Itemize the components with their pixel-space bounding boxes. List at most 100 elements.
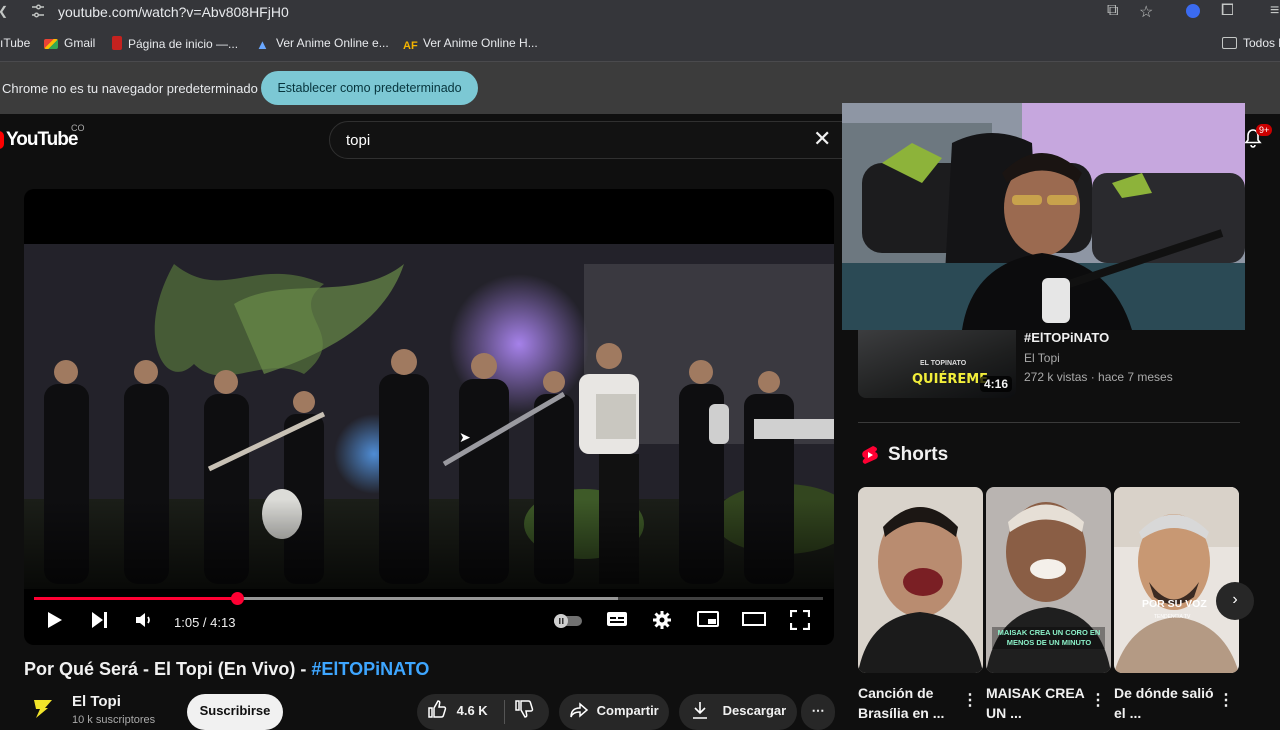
volume-button[interactable] xyxy=(134,610,154,635)
like-divider xyxy=(504,700,505,724)
channel-name[interactable]: El Topi xyxy=(72,693,121,710)
chevron-left-icon[interactable]: ❮ xyxy=(0,4,8,18)
bookmark-anime-1[interactable]: ▲ Ver Anime Online e... xyxy=(256,36,389,52)
miniplayer-button[interactable] xyxy=(697,610,719,633)
like-button[interactable]: 4.6 K xyxy=(427,694,488,728)
video-player[interactable]: 1:05 / 4:13 ➤ xyxy=(24,189,834,645)
shorts-heading: Shorts xyxy=(888,444,949,465)
menu-icon[interactable]: ≡ xyxy=(1270,2,1279,20)
short-thumbnail[interactable]: POR SU VOZ TENDENCIA TV xyxy=(1114,487,1239,673)
shorts-next-button[interactable]: › xyxy=(1216,582,1254,620)
video-frame[interactable] xyxy=(24,244,834,589)
bookmark-youtube[interactable]: ıTube xyxy=(0,36,30,50)
short-image xyxy=(858,487,983,673)
profile-icon[interactable] xyxy=(1186,4,1200,23)
scrubber-handle[interactable] xyxy=(230,592,244,605)
shorts-icon xyxy=(861,445,879,470)
webcam-overlay xyxy=(842,103,1245,330)
bookmark-anime-2[interactable]: AF Ver Anime Online H... xyxy=(403,36,538,54)
skip-next-icon xyxy=(92,612,107,628)
bookmark-inicio[interactable]: Página de inicio —... xyxy=(112,36,238,51)
controls-gradient xyxy=(24,499,834,589)
short-thumbnail[interactable] xyxy=(858,487,983,673)
channel-avatar[interactable] xyxy=(30,694,56,720)
autoplay-toggle-icon xyxy=(554,614,582,628)
related-video-channel[interactable]: El Topi xyxy=(1024,351,1060,365)
fullscreen-button[interactable] xyxy=(789,609,811,635)
short-more-button[interactable]: ⋮ xyxy=(1218,690,1234,710)
short-more-button[interactable]: ⋮ xyxy=(962,690,978,710)
all-bookmarks[interactable]: Todos l xyxy=(1222,36,1280,50)
like-count: 4.6 K xyxy=(456,703,488,718)
youtube-play-icon xyxy=(0,131,4,149)
anime-icon: ▲ xyxy=(256,37,269,52)
autoplay-toggle[interactable] xyxy=(552,613,584,634)
theater-icon xyxy=(742,612,766,626)
related-video-title[interactable]: #ElTOPiNATO xyxy=(1024,330,1109,345)
divider xyxy=(858,422,1240,423)
browser-toolbar: ❮ youtube.com/watch?v=Abv808HFjH0 ⧉ ☆ ⧠ … xyxy=(0,0,1280,26)
progress-bar[interactable] xyxy=(34,592,823,605)
bookmark-icon xyxy=(112,36,122,50)
thumb-small-text: EL TOPINATO xyxy=(920,360,967,367)
bookmarks-bar: ıTube Gmail Página de inicio —... ▲ Ver A… xyxy=(0,26,1280,62)
gmail-icon xyxy=(44,39,58,49)
thumb-caption: QUIÉREME xyxy=(912,372,989,387)
country-code: CO xyxy=(71,123,85,133)
more-actions-button[interactable]: ⋯ xyxy=(801,694,835,730)
download-label: Descargar xyxy=(722,703,787,718)
short-more-button[interactable]: ⋮ xyxy=(1090,690,1106,710)
folder-icon xyxy=(1222,37,1237,49)
short-title[interactable]: De dónde salió el ... xyxy=(1114,683,1219,723)
set-default-button[interactable]: Establecer como predeterminado xyxy=(261,71,478,105)
subscribe-button[interactable]: Suscribirse xyxy=(187,694,283,730)
video-hashtag[interactable]: #ElTOPiNATO xyxy=(311,659,429,679)
miniplayer-icon xyxy=(697,611,719,627)
search-input[interactable]: topi ✕ xyxy=(329,121,849,159)
share-icon xyxy=(570,702,589,718)
short-overlay-text: POR SU VOZ xyxy=(1142,598,1207,610)
thumbs-down-icon xyxy=(515,700,534,718)
short-overlay-small: TENDENCIA TV xyxy=(1154,614,1191,620)
bookmark-label: ıTube xyxy=(0,36,31,50)
short-title[interactable]: MAISAK CREA UN ... xyxy=(986,683,1091,723)
time-display: 1:05 / 4:13 xyxy=(174,615,236,630)
download-button[interactable]: Descargar xyxy=(679,694,797,730)
play-icon xyxy=(48,612,62,628)
share-label: Compartir xyxy=(596,703,659,718)
settings-button[interactable] xyxy=(652,610,672,635)
anime-flv-icon: AF xyxy=(403,40,418,52)
more-horiz-icon: ⋯ xyxy=(811,703,825,718)
play-button[interactable] xyxy=(46,610,64,635)
search-query: topi xyxy=(346,132,371,149)
share-button[interactable]: Compartir xyxy=(559,694,669,730)
short-thumbnail[interactable]: MAISAK CREA UN CORO EN MENOS DE UN MINUT… xyxy=(986,487,1111,673)
volume-icon xyxy=(136,613,150,627)
next-button[interactable] xyxy=(91,610,109,635)
related-video-meta: 272 k vistas · hace 7 meses xyxy=(1024,370,1173,384)
bookmark-label: Página de inicio —... xyxy=(128,37,239,51)
address-bar[interactable]: youtube.com/watch?v=Abv808HFjH0 xyxy=(58,4,289,20)
more-vert-icon: ⋮ xyxy=(962,692,978,709)
dislike-button[interactable] xyxy=(514,694,534,728)
install-app-icon[interactable]: ⧉ xyxy=(1107,2,1118,20)
bookmark-star-icon[interactable]: ☆ xyxy=(1139,2,1153,22)
related-video-thumbnail[interactable]: EL TOPINATO QUIÉREME 4:16 xyxy=(858,330,1016,398)
video-title: Por Qué Será - El Topi (En Vivo) - #ElTO… xyxy=(24,659,429,680)
subtitles-button[interactable] xyxy=(606,610,628,633)
short-title[interactable]: Canción de Brasília en ... xyxy=(858,683,963,723)
short-overlay-text: MAISAK CREA UN CORO EN MENOS DE UN MINUT… xyxy=(997,628,1101,647)
bookmark-gmail[interactable]: Gmail xyxy=(44,36,95,50)
theater-mode-button[interactable] xyxy=(742,610,766,633)
video-duration: 4:16 xyxy=(979,376,1012,392)
logo-text: YouTube xyxy=(6,129,78,150)
thumbs-up-icon xyxy=(428,700,447,718)
gear-icon xyxy=(653,611,671,629)
video-title-text: Por Qué Será - El Topi (En Vivo) - xyxy=(24,659,312,679)
clear-search-icon[interactable]: ✕ xyxy=(813,126,831,152)
more-vert-icon: ⋮ xyxy=(1218,692,1234,709)
notifications-button[interactable]: 9+ xyxy=(1244,124,1273,153)
extensions-icon[interactable]: ⧠ xyxy=(1221,2,1234,20)
site-settings-icon[interactable] xyxy=(30,3,46,19)
notification-badge: 9+ xyxy=(1256,124,1273,136)
